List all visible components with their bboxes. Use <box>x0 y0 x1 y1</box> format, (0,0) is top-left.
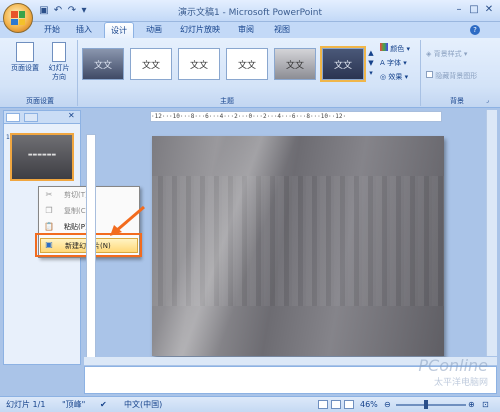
theme-effects-label: 效果 <box>388 73 403 81</box>
checkbox-icon <box>426 71 433 78</box>
theme-colors-label: 颜色 <box>390 45 405 53</box>
slide-sorter-view-icon[interactable] <box>331 400 341 409</box>
background-group-label: 背景 <box>450 97 464 105</box>
hide-background-graphics-checkbox[interactable]: 隐藏背景图形 <box>426 70 477 82</box>
theme-gallery-scroll[interactable]: ▲ ▼ ▾ <box>367 48 375 80</box>
tab-design[interactable]: 设计 <box>104 22 134 38</box>
page-setup-group-label: 页面设置 <box>26 97 54 105</box>
group-separator <box>420 40 421 106</box>
office-button[interactable] <box>3 3 33 33</box>
watermark: PConline 太平洋电脑网 <box>372 356 496 396</box>
office-logo-icon <box>11 11 25 25</box>
language[interactable]: 中文(中国) <box>124 397 162 412</box>
theme-colors-button[interactable]: 颜色 ▾ <box>380 43 410 55</box>
maximize-button[interactable]: □ <box>467 4 481 16</box>
orientation-icon <box>52 42 66 62</box>
tab-view[interactable]: 视图 <box>268 22 296 38</box>
theme-fonts-button[interactable]: A 字体 ▾ <box>380 57 407 69</box>
slide-canvas[interactable] <box>152 136 444 356</box>
tab-animations[interactable]: 动画 <box>140 22 168 38</box>
theme-thumb-6[interactable]: 文文 <box>320 46 366 82</box>
annotation-arrow <box>110 205 145 236</box>
tab-home[interactable]: 开始 <box>38 22 66 38</box>
colors-icon <box>380 43 388 51</box>
spelling-icon[interactable]: ✔ <box>100 397 107 412</box>
slide-info: 幻灯片 1/1 <box>6 400 46 409</box>
slide-light-rays <box>152 136 355 356</box>
tab-review[interactable]: 审阅 <box>232 22 260 38</box>
tab-slideshow[interactable]: 幻灯片放映 <box>174 22 226 38</box>
background-styles-button[interactable]: ◈ 背景样式 ▾ <box>426 48 467 60</box>
outline-tab-icon[interactable] <box>24 113 38 122</box>
tab-insert[interactable]: 插入 <box>70 22 98 38</box>
help-icon[interactable]: ? <box>470 25 480 35</box>
zoom-level[interactable]: 46% <box>360 397 378 412</box>
theme-thumb-3[interactable]: 文文 <box>178 48 220 80</box>
slide-orientation-label: 幻灯片 方向 <box>48 64 70 81</box>
status-bar: 幻灯片 1/1 "顶峰" ✔ 中文(中国) 46% ⊖ ⊕ ⊡ <box>0 396 500 412</box>
theme-thumb-2[interactable]: 文文 <box>130 48 172 80</box>
theme-name: "顶峰" <box>62 400 86 409</box>
watermark-brand: PConline <box>418 356 488 375</box>
zoom-out-icon[interactable]: ⊖ <box>384 397 391 412</box>
theme-fonts-label: 字体 <box>387 59 402 67</box>
watermark-sub: 太平洋电脑网 <box>433 378 488 388</box>
horizontal-ruler: ·12···10···8···6···4···2···0···2···4···6… <box>150 111 442 122</box>
group-separator <box>77 40 78 106</box>
hide-background-graphics-label: 隐藏背景图形 <box>435 72 478 80</box>
theme-thumb-1[interactable]: 文文 <box>82 48 124 80</box>
slideshow-view-icon[interactable] <box>344 400 354 409</box>
themes-group-label: 主题 <box>220 97 234 105</box>
page-setup-label: 页面设置 <box>11 64 39 72</box>
background-styles-label: 背景样式 <box>433 50 462 58</box>
theme-thumb-4[interactable]: 文文 <box>226 48 268 80</box>
background-dialog-launcher-icon[interactable]: ⌟ <box>486 97 489 104</box>
effects-icon: ◎ <box>380 73 387 81</box>
window-title: 演示文稿1 - Microsoft PowerPoint <box>177 8 323 18</box>
minimize-button[interactable]: – <box>452 4 466 16</box>
close-button[interactable]: ✕ <box>482 4 496 16</box>
slides-tab-icon[interactable] <box>6 113 20 122</box>
background-styles-icon: ◈ <box>426 50 432 58</box>
page-setup-icon <box>16 42 34 62</box>
fit-window-icon[interactable]: ⊡ <box>482 397 489 412</box>
slide-orientation-button[interactable]: 幻灯片 方向 <box>44 42 74 82</box>
page-setup-button[interactable]: 页面设置 <box>8 42 42 73</box>
vertical-ruler <box>86 134 96 360</box>
slide-thumbnail-title: ▬▬▬▬▬▬ <box>27 152 57 158</box>
theme-effects-button[interactable]: ◎ 效果 ▾ <box>380 71 408 83</box>
normal-view-icon[interactable] <box>318 400 328 409</box>
zoom-slider[interactable] <box>396 404 466 406</box>
theme-thumb-5[interactable]: 文文 <box>274 48 316 80</box>
fonts-icon: A <box>380 59 385 67</box>
slides-panel-tabs: ✕ <box>4 111 80 124</box>
vertical-scrollbar[interactable] <box>486 110 497 356</box>
zoom-in-icon[interactable]: ⊕ <box>468 397 475 412</box>
close-panel-icon[interactable]: ✕ <box>68 111 75 120</box>
zoom-slider-thumb[interactable] <box>424 400 428 409</box>
